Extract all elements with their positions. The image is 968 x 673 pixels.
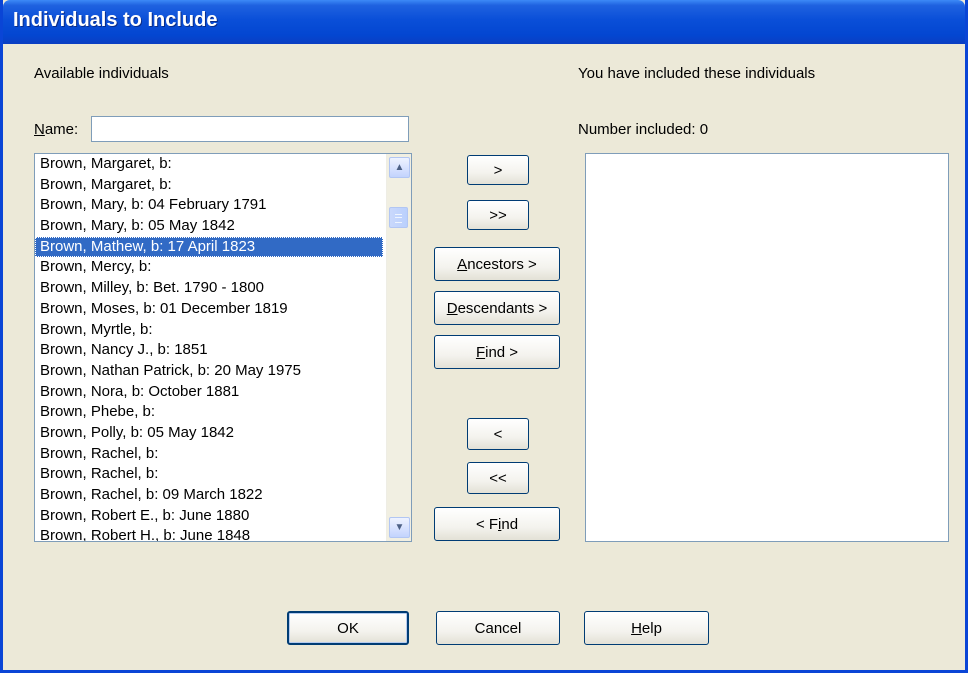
list-item[interactable]: Brown, Rachel, b:	[35, 464, 383, 485]
list-item[interactable]: Brown, Myrtle, b:	[35, 320, 383, 341]
scroll-thumb[interactable]	[389, 207, 408, 228]
name-input[interactable]	[91, 116, 409, 142]
dialog-window: Individuals to Include Available individ…	[0, 0, 968, 673]
find-text: ind >	[485, 343, 519, 361]
included-heading: You have included these individuals	[578, 65, 816, 82]
number-included: Number included: 0	[578, 121, 708, 138]
list-item[interactable]: Brown, Robert H., b: June 1848	[35, 526, 383, 541]
help-text: elp	[641, 619, 662, 637]
list-item[interactable]: Brown, Nancy J., b: 1851	[35, 340, 383, 361]
name-label: Name:	[34, 121, 78, 138]
chevron-down-icon: ▼	[394, 522, 405, 533]
list-item[interactable]: Brown, Nathan Patrick, b: 20 May 1975	[35, 361, 383, 382]
find-back-button[interactable]: < Fi nd	[434, 507, 560, 541]
list-item[interactable]: Brown, Rachel, b:	[35, 444, 383, 465]
list-items: Brown, Margaret, b: Brown, Margaret, b: Br…	[35, 154, 383, 541]
scroll-up-button[interactable]: ▲	[389, 157, 410, 178]
included-individuals-list[interactable]	[585, 153, 949, 542]
name-label-text: ame:	[44, 121, 79, 138]
available-heading: Available individuals	[34, 65, 169, 82]
list-item[interactable]: Brown, Margaret, b:	[35, 154, 383, 175]
find-back-pre: < F	[475, 515, 499, 533]
add-all-button[interactable]: >>	[467, 200, 529, 230]
descendants-text: escendants >	[457, 299, 548, 317]
list-item[interactable]: Brown, Mercy, b:	[35, 257, 383, 278]
title-bar[interactable]: Individuals to Include	[3, 0, 965, 44]
list-item[interactable]: Brown, Polly, b: 05 May 1842	[35, 423, 383, 444]
find-back-rest: nd	[501, 515, 519, 533]
remove-all-button[interactable]: <<	[467, 462, 529, 494]
find-mnemonic: F	[475, 343, 486, 361]
descendants-button[interactable]: Descendants >	[434, 291, 560, 325]
cancel-button[interactable]: Cancel	[436, 611, 560, 645]
remove-one-button[interactable]: <	[467, 418, 529, 450]
window-title: Individuals to Include	[13, 9, 218, 31]
find-button[interactable]: Find >	[434, 335, 560, 369]
list-item[interactable]: Brown, Robert E., b: June 1880	[35, 506, 383, 527]
list-item[interactable]: Brown, Phebe, b:	[35, 402, 383, 423]
list-item[interactable]: Brown, Mathew, b: 17 April 1823	[35, 236, 383, 258]
ancestors-button[interactable]: Ancestors >	[434, 247, 560, 281]
help-button[interactable]: Help	[584, 611, 709, 645]
list-item[interactable]: Brown, Rachel, b: 09 March 1822	[35, 485, 383, 506]
add-one-button[interactable]: >	[467, 155, 529, 185]
number-included-label: Number included:	[578, 121, 696, 138]
ancestors-mnemonic: A	[457, 255, 468, 273]
ok-button[interactable]: OK	[287, 611, 409, 645]
list-item[interactable]: Brown, Margaret, b:	[35, 175, 383, 196]
chevron-up-icon: ▲	[394, 162, 405, 173]
list-item[interactable]: Brown, Nora, b: October 1881	[35, 382, 383, 403]
available-individuals-list[interactable]: Brown, Margaret, b: Brown, Margaret, b: Br…	[34, 153, 412, 542]
list-scrollbar[interactable]: ▲ ▼	[386, 154, 411, 541]
descendants-mnemonic: D	[446, 299, 458, 317]
help-mnemonic: H	[631, 619, 642, 637]
list-item[interactable]: Brown, Moses, b: 01 December 1819	[35, 299, 383, 320]
list-item[interactable]: Brown, Mary, b: 04 February 1791	[35, 195, 383, 216]
scroll-down-button[interactable]: ▼	[389, 517, 410, 538]
ancestors-text: ncestors >	[467, 255, 537, 273]
list-item[interactable]: Brown, Mary, b: 05 May 1842	[35, 216, 383, 237]
name-label-mnemonic: N	[34, 121, 45, 138]
number-included-count: 0	[699, 121, 709, 138]
list-item[interactable]: Brown, Milley, b: Bet. 1790 - 1800	[35, 278, 383, 299]
